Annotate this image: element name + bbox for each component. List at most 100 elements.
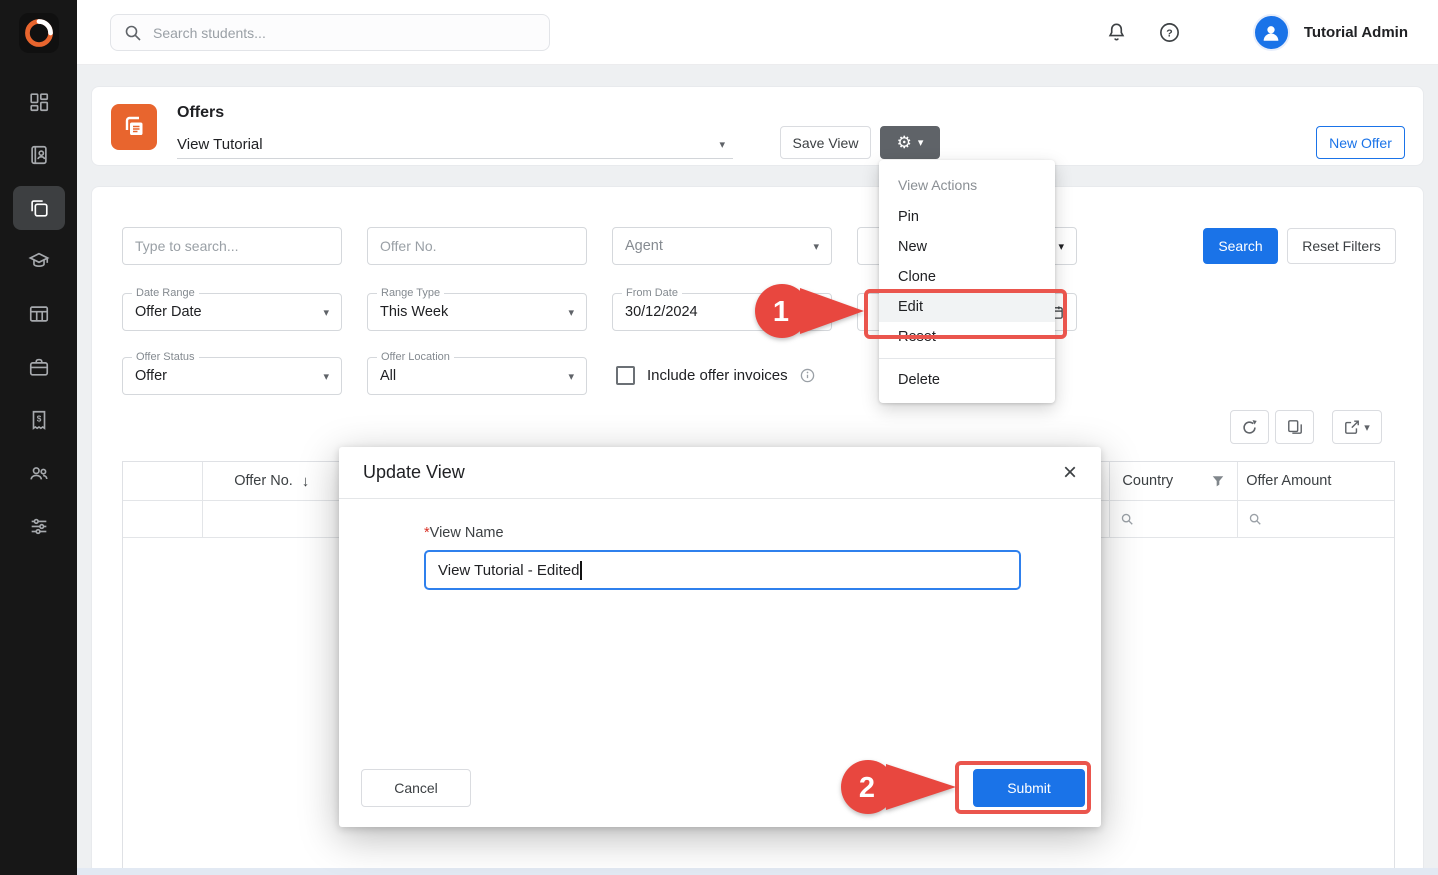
keyword-input[interactable]	[135, 238, 329, 254]
global-search[interactable]	[110, 14, 550, 51]
topbar: ? Tutorial Admin	[77, 0, 1438, 65]
invoices-icon: $	[28, 409, 50, 431]
sidebar-item-preferences[interactable]	[13, 504, 65, 548]
search-icon	[1120, 512, 1134, 526]
app-logo[interactable]	[0, 0, 77, 66]
user-icon	[1260, 22, 1282, 44]
sidebar-item-courses[interactable]	[13, 239, 65, 283]
notifications-button[interactable]	[1105, 21, 1128, 44]
menu-item-new[interactable]: New	[879, 232, 1055, 262]
menu-item-pin[interactable]: Pin	[879, 202, 1055, 232]
menu-title: View Actions	[879, 168, 1055, 202]
courses-icon	[28, 250, 50, 272]
refresh-icon	[1241, 419, 1258, 436]
gear-icon: ⚙	[897, 134, 912, 151]
horizontal-scrollbar[interactable]	[77, 868, 1438, 875]
view-selector-value: View Tutorial	[177, 136, 263, 153]
sidebar-item-offers[interactable]	[13, 186, 65, 230]
sidebar-item-tables[interactable]	[13, 292, 65, 336]
filter-cell-country[interactable]	[1110, 501, 1238, 537]
chevron-down-icon: ▾	[719, 138, 725, 151]
offer-amount-column-label: Offer Amount	[1246, 473, 1331, 489]
keyword-filter-field[interactable]	[122, 227, 342, 265]
offer-status-select[interactable]: Offer Status Offer ▾	[122, 357, 342, 395]
bell-icon	[1105, 21, 1128, 44]
submit-button[interactable]: Submit	[973, 769, 1085, 807]
filter-cell-offer-amount[interactable]	[1238, 501, 1394, 537]
sidebar-item-services[interactable]	[13, 345, 65, 389]
menu-divider	[879, 358, 1055, 359]
dashboard-icon	[28, 91, 50, 113]
chevron-down-icon: ▾	[568, 306, 574, 319]
select-column-header	[123, 462, 203, 500]
reset-filters-button[interactable]: Reset Filters	[1287, 228, 1396, 264]
offer-no-column-header[interactable]: Offer No. ↓	[203, 462, 342, 500]
close-icon[interactable]: ×	[1063, 461, 1077, 485]
offer-status-label: Offer Status	[132, 351, 199, 363]
view-actions-button[interactable]: ⚙ ▾	[880, 126, 940, 159]
offer-amount-column-header[interactable]: Offer Amount	[1238, 462, 1394, 500]
export-icon	[1344, 419, 1360, 435]
sidebar-item-dashboard[interactable]	[13, 80, 65, 124]
from-date-value: 30/12/2024	[625, 304, 698, 320]
include-invoices-checkbox[interactable]	[616, 366, 635, 385]
table-icon	[28, 303, 50, 325]
topbar-right: ? Tutorial Admin	[1105, 0, 1438, 65]
view-selector[interactable]: View Tutorial ▾	[177, 131, 733, 159]
date-range-label: Date Range	[132, 287, 199, 299]
filter-cell-offer-no[interactable]	[203, 501, 342, 537]
help-button[interactable]: ?	[1158, 21, 1181, 44]
sidebar-item-contacts[interactable]	[13, 133, 65, 177]
country-column-header[interactable]: Country	[1110, 462, 1238, 500]
sidebar-nav: $	[0, 66, 77, 548]
services-icon	[28, 356, 50, 378]
menu-item-reset[interactable]: Reset	[879, 322, 1055, 352]
refresh-button[interactable]	[1230, 410, 1269, 444]
from-date-field[interactable]: From Date 30/12/2024	[612, 293, 832, 331]
view-name-input[interactable]: View Tutorial - Edited	[424, 550, 1021, 590]
chevron-down-icon: ▾	[568, 370, 574, 383]
search-button[interactable]: Search	[1203, 228, 1278, 264]
country-column-label: Country	[1122, 473, 1173, 489]
app-logo-icon	[18, 12, 60, 54]
copy-button[interactable]	[1275, 410, 1314, 444]
sidebar-item-invoices[interactable]: $	[13, 398, 65, 442]
new-offer-button[interactable]: New Offer	[1316, 126, 1405, 159]
offer-no-input[interactable]	[380, 238, 574, 254]
user-name: Tutorial Admin	[1304, 24, 1408, 41]
offer-no-column-label: Offer No.	[234, 473, 293, 489]
search-input[interactable]	[153, 25, 536, 41]
range-type-label: Range Type	[377, 287, 444, 299]
offers-stack-icon	[120, 113, 148, 141]
table-toolbar: ▾	[1230, 410, 1382, 444]
range-type-value: This Week	[380, 304, 448, 320]
chevron-down-icon: ▾	[918, 136, 924, 149]
filter-funnel-icon[interactable]	[1211, 474, 1225, 488]
offers-module-icon	[111, 104, 157, 150]
export-button[interactable]: ▾	[1332, 410, 1382, 444]
avatar[interactable]	[1253, 14, 1290, 51]
page-title: Offers	[177, 104, 224, 122]
range-type-select[interactable]: Range Type This Week ▾	[367, 293, 587, 331]
help-icon: ?	[1158, 21, 1181, 44]
offers-icon	[28, 197, 50, 219]
sidebar: $	[0, 0, 77, 875]
cancel-button[interactable]: Cancel	[361, 769, 471, 807]
date-range-select[interactable]: Date Range Offer Date ▾	[122, 293, 342, 331]
sidebar-item-agents[interactable]	[13, 451, 65, 495]
contacts-icon	[28, 144, 50, 166]
filter-cell-empty	[123, 501, 203, 537]
agent-select[interactable]: Agent ▾	[612, 227, 832, 265]
info-icon	[800, 368, 815, 383]
sort-descending-icon[interactable]: ↓	[302, 473, 310, 490]
menu-item-delete[interactable]: Delete	[879, 365, 1055, 395]
offer-location-label: Offer Location	[377, 351, 454, 363]
offer-no-filter-field[interactable]	[367, 227, 587, 265]
menu-item-edit[interactable]: Edit	[879, 292, 1055, 322]
save-view-button[interactable]: Save View	[780, 126, 871, 159]
menu-item-clone[interactable]: Clone	[879, 262, 1055, 292]
page-header-card: Offers View Tutorial ▾ Save View ⚙ ▾ New…	[91, 86, 1424, 166]
offer-location-select[interactable]: Offer Location All ▾	[367, 357, 587, 395]
view-actions-menu: View Actions Pin New Clone Edit Reset De…	[879, 160, 1055, 403]
agents-icon	[28, 462, 50, 484]
